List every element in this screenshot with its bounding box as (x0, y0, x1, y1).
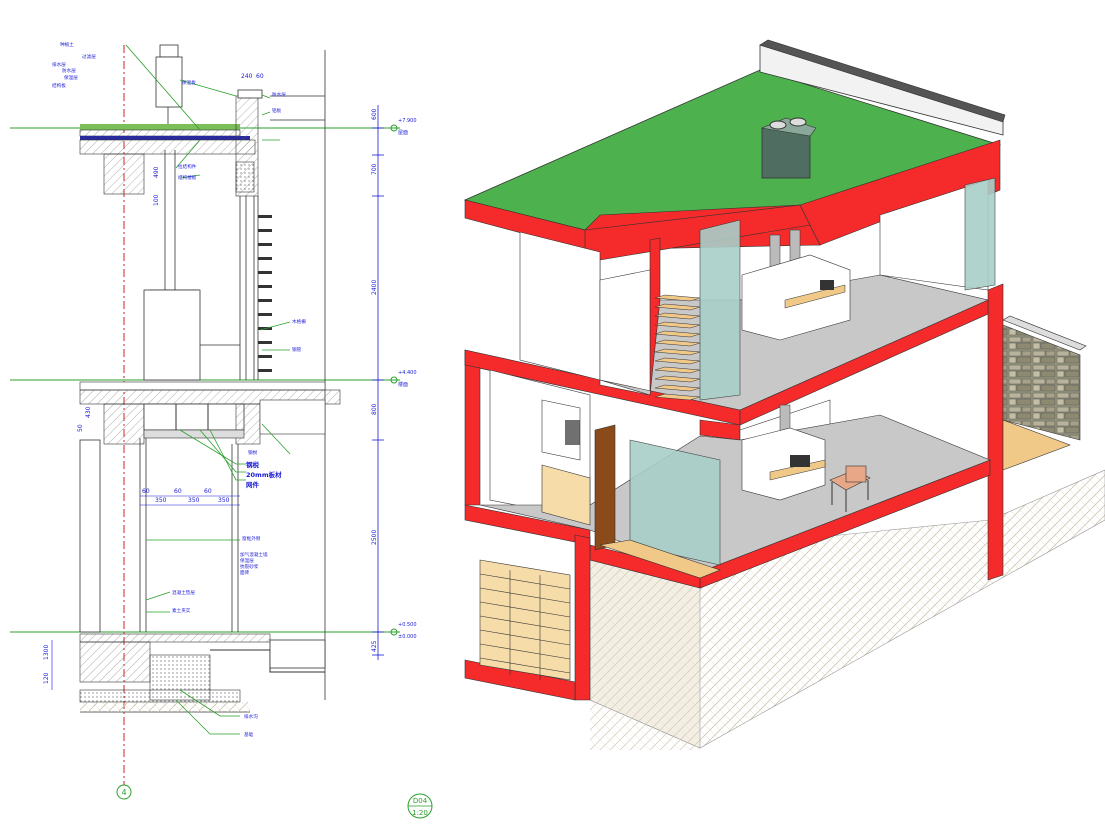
louvre-blade (258, 285, 272, 288)
dim-beam: 490 (153, 166, 160, 178)
louvre-blade (258, 299, 272, 302)
wooden-door (594, 424, 616, 551)
level-value-ground: +0.500 (398, 622, 417, 628)
basement-bookshelf (479, 559, 571, 681)
bold-notes: 钢棁 20mm板材 网件 (246, 460, 282, 489)
middle-note: 拉结构件 (178, 163, 197, 170)
spacing-dim: 60 (174, 488, 182, 495)
grid-marker-label: 4 (121, 788, 126, 797)
height-dim: 700 (371, 163, 378, 175)
axonometric-section-model (463, 39, 1105, 750)
first-floor-slab (79, 381, 341, 445)
height-dim: 800 (371, 403, 378, 415)
dim-foundation-small: 120 (43, 672, 50, 684)
level-note-roof: 屋面 (398, 130, 408, 136)
roof-note: 种植土 (60, 41, 74, 48)
louvre-blade (258, 369, 272, 372)
base-note: 混凝土垫层 (172, 589, 195, 596)
level-value-first: +4.400 (398, 370, 417, 376)
roof-note: 结构板 (52, 82, 66, 89)
height-dim: 600 (371, 108, 378, 120)
roof-note: 保温层 (64, 74, 78, 81)
facade-note: 钢管 (292, 346, 302, 353)
height-dim: 2400 (371, 280, 378, 295)
spacing-dim: 350 (188, 497, 200, 504)
spacing-dim: 350 (218, 497, 230, 504)
drawing-scale: 1:20 (412, 809, 428, 817)
spacing-dim: 60 (204, 488, 212, 495)
spacing-dim: 350 (155, 497, 167, 504)
ground-note: 排水沟 (244, 713, 258, 720)
level-value-zero: ±0.000 (398, 634, 417, 640)
floor-note: 钢棁 (248, 449, 258, 456)
wall-note: 抗裂砂浆 (240, 563, 259, 570)
wall-section-detail: 600 700 2400 800 2500 425 +7.900 屋面 +4.4… (10, 41, 433, 819)
louvre-blade (258, 341, 272, 344)
ground-slab (79, 633, 326, 713)
middle-note: 结构楼板 (178, 174, 197, 181)
dim-beam-small: 100 (153, 194, 160, 206)
dimension-chain-right (372, 105, 384, 660)
dim-slab-small: 50 (77, 424, 84, 432)
level-markers: +7.900 屋面 +4.400 楼面 +0.500 ±0.000 (390, 118, 417, 640)
shelf-frame (479, 559, 571, 681)
louvre-blade (258, 271, 272, 274)
dim-parapet-cap: 60 (256, 73, 264, 80)
wall-note: 保温层 (240, 557, 254, 564)
roof-note: 排水层 (52, 61, 66, 68)
parapet-note: 铝板 (272, 107, 282, 114)
height-dim: 2500 (371, 530, 378, 545)
dim-foundation: 1300 (43, 645, 50, 660)
parapet-note: 防水层 (272, 91, 286, 98)
wall-note: 加气混凝土墙 (240, 551, 268, 558)
wall-note: 面砖 (240, 569, 250, 576)
parapet-cap (237, 89, 263, 99)
parapet-note: 保温板 (182, 79, 196, 86)
drawing-tag: D04 1:20 (407, 793, 433, 819)
roof-note: 防水层 (62, 67, 76, 74)
grid-bubble: 4 (116, 784, 132, 800)
level-lines (10, 127, 400, 633)
bold-note: 20mm板材 (246, 470, 282, 479)
drawing-code: D04 (413, 797, 428, 805)
dim-parapet-width: 240 (241, 73, 253, 80)
base-note: 素土夹实 (172, 607, 191, 614)
roof-vent (760, 117, 817, 179)
height-dim: 425 (371, 640, 378, 652)
louvre-blade (258, 215, 272, 218)
louvre-blade (258, 257, 272, 260)
ground-note: 基础 (244, 731, 254, 738)
dim-slab: 430 (85, 406, 92, 418)
roof-note: 过滤层 (82, 53, 96, 60)
roof-beam (103, 153, 145, 195)
drawing-sheet: 600 700 2400 800 2500 425 +7.900 屋面 +4.4… (10, 39, 1105, 819)
louvre-blade (258, 355, 272, 358)
green-roof-layer (80, 124, 240, 130)
window-note: 窗框外侧 (242, 535, 261, 542)
roof-slab (79, 139, 256, 155)
bold-note: 钢棁 (246, 460, 260, 469)
ground-floor (79, 438, 239, 633)
level-note-first: 楼面 (398, 381, 408, 388)
louvre-blade (258, 229, 272, 232)
level-value-roof: +7.900 (398, 118, 417, 124)
timber-louvres (258, 215, 272, 372)
facade-note: 木格栅 (292, 318, 306, 325)
spacing-dimension-chain: 60 350 60 350 60 350 (140, 488, 240, 506)
louvre-blade (258, 313, 272, 316)
louvre-blade (258, 243, 272, 246)
spacing-dim: 60 (142, 488, 150, 495)
bold-note: 网件 (246, 480, 260, 489)
